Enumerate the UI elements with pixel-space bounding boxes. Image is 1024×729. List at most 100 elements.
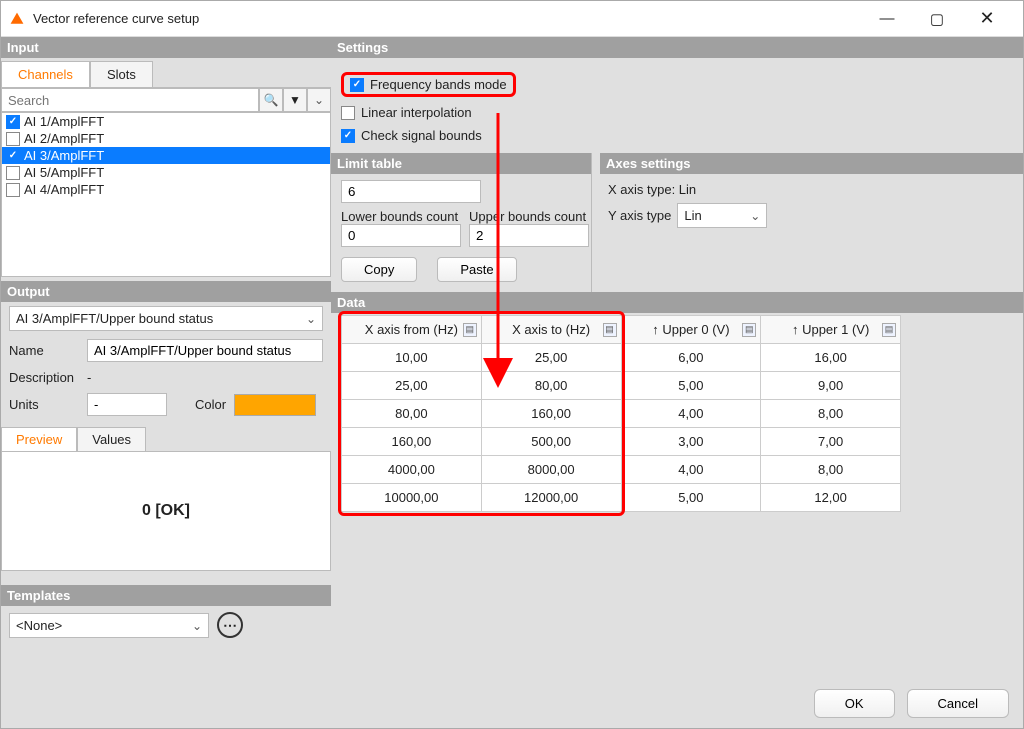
table-row[interactable]: 4000,008000,004,008,00: [342, 456, 901, 484]
channel-checkbox[interactable]: [6, 132, 20, 146]
column-menu-icon[interactable]: ▤: [742, 323, 756, 337]
color-label: Color: [195, 397, 226, 412]
column-header[interactable]: X axis from (Hz)▤: [342, 316, 482, 344]
table-cell[interactable]: 80,00: [342, 400, 482, 428]
input-tabs: Channels Slots: [1, 58, 331, 88]
copy-button[interactable]: Copy: [341, 257, 417, 282]
table-row[interactable]: 10,0025,006,0016,00: [342, 344, 901, 372]
table-row[interactable]: 25,0080,005,009,00: [342, 372, 901, 400]
channel-checkbox[interactable]: [6, 115, 20, 129]
column-menu-icon[interactable]: ▤: [603, 323, 617, 337]
table-cell[interactable]: 8000,00: [481, 456, 621, 484]
channel-item[interactable]: AI 5/AmplFFT: [2, 164, 330, 181]
table-cell[interactable]: 80,00: [481, 372, 621, 400]
channel-checkbox[interactable]: [6, 183, 20, 197]
table-cell[interactable]: 3,00: [621, 428, 761, 456]
description-value: -: [87, 370, 91, 385]
linear-interpolation-label: Linear interpolation: [361, 105, 472, 120]
table-cell[interactable]: 12000,00: [481, 484, 621, 512]
data-header: Data: [331, 292, 1023, 313]
paste-button[interactable]: Paste: [437, 257, 516, 282]
column-header[interactable]: X axis to (Hz)▤: [481, 316, 621, 344]
maximize-button[interactable]: ▢: [921, 10, 953, 28]
table-cell[interactable]: 7,00: [761, 428, 901, 456]
table-cell[interactable]: 5,00: [621, 372, 761, 400]
name-field[interactable]: [87, 339, 323, 362]
column-header[interactable]: ↑ Upper 1 (V)▤: [761, 316, 901, 344]
axes-settings-header: Axes settings: [600, 153, 1023, 174]
color-swatch[interactable]: [234, 394, 316, 416]
table-cell[interactable]: 5,00: [621, 484, 761, 512]
table-cell[interactable]: 160,00: [342, 428, 482, 456]
table-cell[interactable]: 10,00: [342, 344, 482, 372]
channel-list[interactable]: AI 1/AmplFFTAI 2/AmplFFTAI 3/AmplFFT AI 5…: [1, 112, 331, 277]
table-row[interactable]: 160,00500,003,007,00: [342, 428, 901, 456]
templates-select[interactable]: <None>: [9, 613, 209, 638]
units-label: Units: [9, 397, 79, 412]
units-field[interactable]: [87, 393, 167, 416]
channel-item[interactable]: AI 2/AmplFFT: [2, 130, 330, 147]
table-row[interactable]: 10000,0012000,005,0012,00: [342, 484, 901, 512]
templates-header: Templates: [1, 585, 331, 606]
name-label: Name: [9, 343, 79, 358]
table-cell[interactable]: 8,00: [761, 456, 901, 484]
table-cell[interactable]: 16,00: [761, 344, 901, 372]
check-signal-bounds-checkbox[interactable]: [341, 129, 355, 143]
window-title: Vector reference curve setup: [33, 11, 199, 26]
search-input[interactable]: [1, 88, 259, 112]
table-cell[interactable]: 4000,00: [342, 456, 482, 484]
minimize-button[interactable]: —: [871, 10, 903, 27]
xaxis-type-label: X axis type: Lin: [608, 182, 1015, 197]
chevron-down-icon: [192, 618, 202, 633]
description-label: Description: [9, 370, 79, 385]
filter-icon[interactable]: ▼: [283, 88, 307, 112]
frequency-bands-checkbox[interactable]: [350, 78, 364, 92]
table-cell[interactable]: 6,00: [621, 344, 761, 372]
app-logo-icon: [9, 11, 25, 27]
table-cell[interactable]: 160,00: [481, 400, 621, 428]
tab-channels[interactable]: Channels: [1, 61, 90, 87]
data-table[interactable]: X axis from (Hz)▤X axis to (Hz)▤↑ Upper …: [341, 315, 901, 512]
tab-values[interactable]: Values: [77, 427, 146, 451]
tab-preview[interactable]: Preview: [1, 427, 77, 451]
lower-bounds-label: Lower bounds count: [341, 209, 461, 224]
table-row[interactable]: 80,00160,004,008,00: [342, 400, 901, 428]
channel-item[interactable]: AI 4/AmplFFT: [2, 181, 330, 198]
templates-more-button[interactable]: ⋯: [217, 612, 243, 638]
left-panel: Input Channels Slots 🔍 ▼ AI 1/AmplFFTAI …: [1, 37, 331, 728]
table-cell[interactable]: 4,00: [621, 456, 761, 484]
search-icon[interactable]: 🔍: [259, 88, 283, 112]
tab-slots[interactable]: Slots: [90, 61, 153, 87]
filter-dropdown-icon[interactable]: [307, 88, 331, 112]
upper-bounds-label: Upper bounds count: [469, 209, 589, 224]
channel-item[interactable]: AI 1/AmplFFT: [2, 113, 330, 130]
column-header[interactable]: ↑ Upper 0 (V)▤: [621, 316, 761, 344]
table-cell[interactable]: 8,00: [761, 400, 901, 428]
table-cell[interactable]: 25,00: [481, 344, 621, 372]
channel-item[interactable]: AI 3/AmplFFT: [2, 147, 330, 164]
channel-checkbox[interactable]: [6, 149, 20, 163]
limit-count-field[interactable]: [341, 180, 481, 203]
channel-label: AI 5/AmplFFT: [24, 165, 104, 180]
close-button[interactable]: ✕: [971, 8, 1003, 29]
table-cell[interactable]: 25,00: [342, 372, 482, 400]
channel-checkbox[interactable]: [6, 166, 20, 180]
table-cell[interactable]: 10000,00: [342, 484, 482, 512]
table-cell[interactable]: 500,00: [481, 428, 621, 456]
right-panel: Settings Frequency bands mode Linear int…: [331, 37, 1023, 728]
ok-button[interactable]: OK: [814, 689, 895, 718]
output-select[interactable]: AI 3/AmplFFT/Upper bound status: [9, 306, 323, 331]
column-menu-icon[interactable]: ▤: [882, 323, 896, 337]
upper-bounds-field[interactable]: [469, 224, 589, 247]
table-cell[interactable]: 9,00: [761, 372, 901, 400]
cancel-button[interactable]: Cancel: [907, 689, 1009, 718]
linear-interpolation-checkbox[interactable]: [341, 106, 355, 120]
lower-bounds-field[interactable]: [341, 224, 461, 247]
yaxis-type-select[interactable]: Lin: [677, 203, 767, 228]
table-cell[interactable]: 4,00: [621, 400, 761, 428]
column-menu-icon[interactable]: ▤: [463, 323, 477, 337]
channel-label: AI 3/AmplFFT: [24, 148, 104, 163]
yaxis-type-value: Lin: [684, 208, 701, 223]
table-cell[interactable]: 12,00: [761, 484, 901, 512]
chevron-down-icon: [306, 311, 316, 326]
